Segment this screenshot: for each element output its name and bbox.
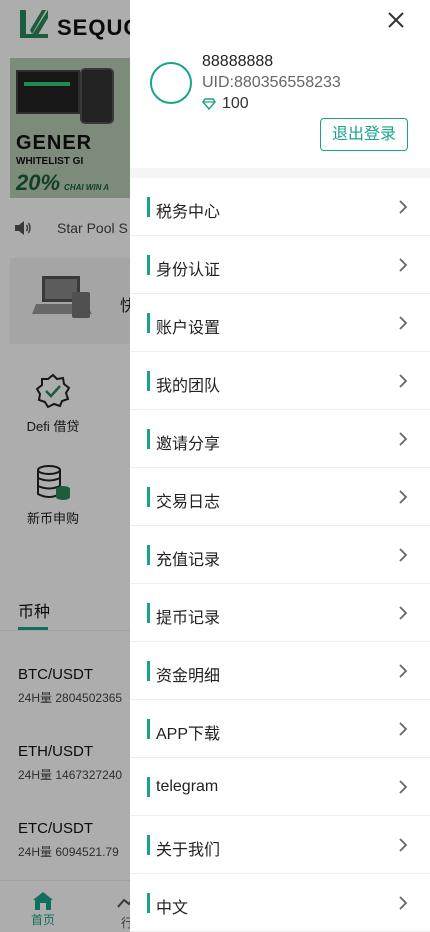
chevron-right-icon [399, 490, 408, 504]
menu-item-label: 交易日志 [156, 494, 221, 511]
menu-item-label: 关于我们 [156, 842, 221, 859]
chevron-right-icon [399, 896, 408, 910]
drawer-menu: 税务中心 身份认证 账户设置 我的团队 邀请分享 交易日志 充值记录 提币记录 … [130, 178, 430, 932]
menu-item-label: 我的团队 [156, 378, 221, 395]
chevron-right-icon [399, 200, 408, 214]
menu-item-label: 充值记录 [156, 552, 221, 569]
menu-item-identity-verification[interactable]: 身份认证 [130, 236, 430, 294]
menu-item-label: telegram [156, 778, 219, 795]
user-uid: UID:880356558233 [202, 74, 341, 91]
chevron-right-icon [399, 258, 408, 272]
close-icon[interactable] [384, 8, 408, 32]
menu-item-fund-details[interactable]: 资金明细 [130, 642, 430, 700]
accent-bar [147, 545, 150, 565]
accent-bar [147, 429, 150, 449]
user-name: 88888888 [202, 53, 274, 70]
accent-bar [147, 893, 150, 913]
accent-bar [147, 487, 150, 507]
points-value: 100 [222, 95, 249, 112]
chevron-right-icon [399, 722, 408, 736]
menu-item-invite-share[interactable]: 邀请分享 [130, 410, 430, 468]
side-drawer: 88888888 UID:880356558233 100 退出登录 税务中心 … [130, 0, 430, 932]
menu-item-label: 中文 [156, 900, 189, 917]
menu-item-deposit-records[interactable]: 充值记录 [130, 526, 430, 584]
accent-bar [147, 719, 150, 739]
user-points: 100 [202, 95, 249, 113]
menu-item-label: 资金明细 [156, 668, 221, 685]
chevron-right-icon [399, 374, 408, 388]
menu-item-my-team[interactable]: 我的团队 [130, 352, 430, 410]
menu-item-label: 税务中心 [156, 204, 221, 221]
chevron-right-icon [399, 838, 408, 852]
accent-bar [147, 255, 150, 275]
menu-item-language[interactable]: 中文 [130, 874, 430, 932]
accent-bar [147, 603, 150, 623]
menu-item-app-download[interactable]: APP下载 [130, 700, 430, 758]
menu-item-label: 邀请分享 [156, 436, 221, 453]
chevron-right-icon [399, 548, 408, 562]
accent-bar [147, 371, 150, 391]
accent-bar [147, 313, 150, 333]
chevron-right-icon [399, 432, 408, 446]
avatar[interactable] [150, 62, 192, 104]
menu-item-account-settings[interactable]: 账户设置 [130, 294, 430, 352]
accent-bar [147, 777, 150, 797]
menu-item-label: 账户设置 [156, 320, 221, 337]
menu-item-withdraw-records[interactable]: 提币记录 [130, 584, 430, 642]
chevron-right-icon [399, 316, 408, 330]
chevron-right-icon [399, 664, 408, 678]
menu-item-label: 提币记录 [156, 610, 221, 627]
chevron-right-icon [399, 780, 408, 794]
menu-item-about-us[interactable]: 关于我们 [130, 816, 430, 874]
accent-bar [147, 197, 150, 217]
menu-item-label: APP下载 [156, 726, 221, 743]
menu-item-tax-center[interactable]: 税务中心 [130, 178, 430, 236]
accent-bar [147, 835, 150, 855]
divider [130, 168, 430, 178]
diamond-icon [202, 98, 216, 110]
menu-item-trade-log[interactable]: 交易日志 [130, 468, 430, 526]
menu-item-label: 身份认证 [156, 262, 221, 279]
chevron-right-icon [399, 606, 408, 620]
logout-button[interactable]: 退出登录 [320, 118, 408, 151]
accent-bar [147, 661, 150, 681]
menu-item-telegram[interactable]: telegram [130, 758, 430, 816]
